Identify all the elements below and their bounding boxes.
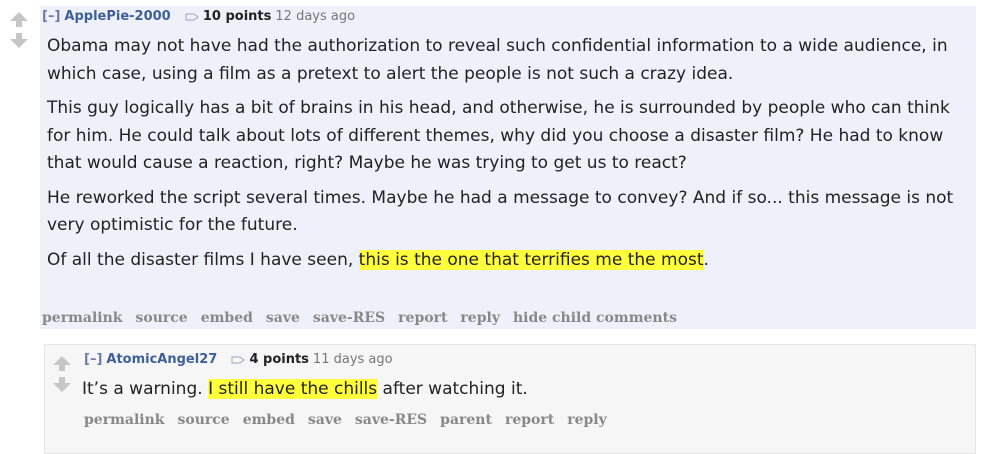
comment-2-body: It’s a warning. I still have the chills …	[82, 376, 962, 411]
save-res-link[interactable]: save-RES	[355, 412, 427, 428]
text-segment: It’s a warning.	[82, 379, 209, 399]
text-segment: Of all the disaster films I have seen,	[47, 249, 359, 270]
comment-paragraph: He reworked the script several times. Ma…	[47, 187, 954, 236]
text-segment: after watching it.	[377, 379, 528, 399]
save-link[interactable]: save	[266, 310, 300, 326]
user-tag-icon[interactable]	[185, 13, 199, 21]
report-link[interactable]: report	[398, 310, 447, 326]
hide-child-comments-link[interactable]: hide child comments	[513, 310, 677, 326]
comment-1-tagline: [–] ApplePie-2000 10 points 12 days ago	[42, 9, 355, 24]
comment-paragraph: It’s a warning. I still have the chills …	[82, 376, 962, 404]
highlighted-text: this is the one that terrifies me the mo…	[358, 249, 704, 270]
comment-score: 4 points	[249, 352, 309, 367]
comment-1-vote	[9, 12, 29, 48]
downvote-arrow-icon[interactable]	[53, 377, 71, 392]
comment-1-body: Obama may not have had the authorization…	[47, 33, 967, 281]
permalink-link[interactable]: permalink	[42, 310, 122, 326]
upvote-arrow-icon[interactable]	[10, 12, 28, 27]
user-tag-icon[interactable]	[231, 356, 246, 364]
reply-link[interactable]: reply	[567, 412, 607, 428]
save-res-link[interactable]: save-RES	[313, 310, 385, 326]
source-link[interactable]: source	[135, 310, 187, 326]
comment-paragraph: Obama may not have had the authorization…	[47, 36, 948, 84]
comment-2-tagline: [–] AtomicAngel27 4 points 11 days ago	[84, 352, 393, 367]
highlighted-text: I still have the chills	[208, 379, 378, 399]
reply-link[interactable]: reply	[460, 310, 500, 326]
comment-author[interactable]: ApplePie-2000	[64, 9, 170, 24]
downvote-arrow-icon[interactable]	[10, 33, 28, 48]
source-link[interactable]: source	[177, 412, 229, 428]
parent-link[interactable]: parent	[440, 412, 492, 428]
text-segment: .	[703, 249, 709, 270]
comment-timestamp: 12 days ago	[275, 9, 356, 24]
collapse-toggle[interactable]: [–]	[42, 9, 60, 24]
embed-link[interactable]: embed	[201, 310, 253, 326]
save-link[interactable]: save	[308, 412, 342, 428]
collapse-toggle[interactable]: [–]	[84, 352, 102, 367]
comment-2-vote	[52, 356, 72, 392]
comment-2-buttons: permalink source embed save save-RES parent re…	[84, 412, 620, 428]
comment-author[interactable]: AtomicAngel27	[106, 352, 217, 367]
report-link[interactable]: report	[505, 412, 554, 428]
comment-score: 10 points	[202, 9, 272, 24]
comment-1-buttons: permalink source embed save save-RES report re…	[42, 310, 690, 326]
upvote-arrow-icon[interactable]	[53, 356, 71, 371]
comment-timestamp: 11 days ago	[312, 352, 393, 367]
comment-paragraph: This guy logically has a bit of brains i…	[47, 98, 950, 173]
comment-paragraph-last: Of all the disaster films I have seen, t…	[47, 247, 967, 275]
embed-link[interactable]: embed	[243, 412, 295, 428]
permalink-link[interactable]: permalink	[84, 412, 164, 428]
